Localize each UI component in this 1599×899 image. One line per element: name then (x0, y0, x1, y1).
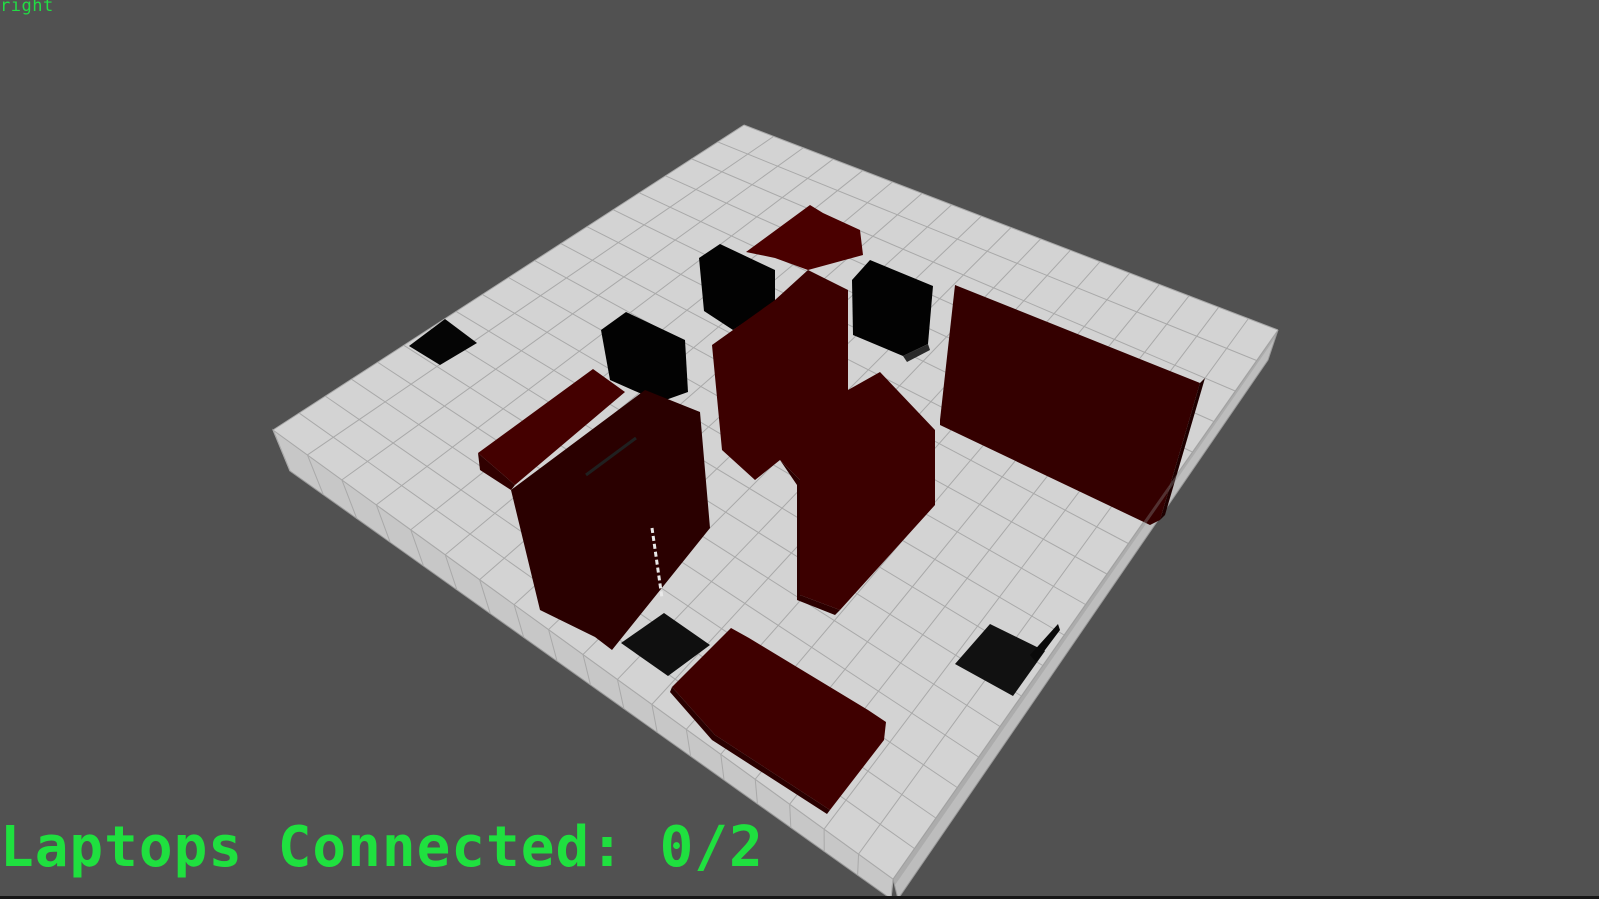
camera-label: right (0, 0, 54, 16)
laptops-connected-status: Laptops Connected: 0/2 (0, 815, 764, 880)
game-viewport[interactable] (0, 0, 1599, 899)
